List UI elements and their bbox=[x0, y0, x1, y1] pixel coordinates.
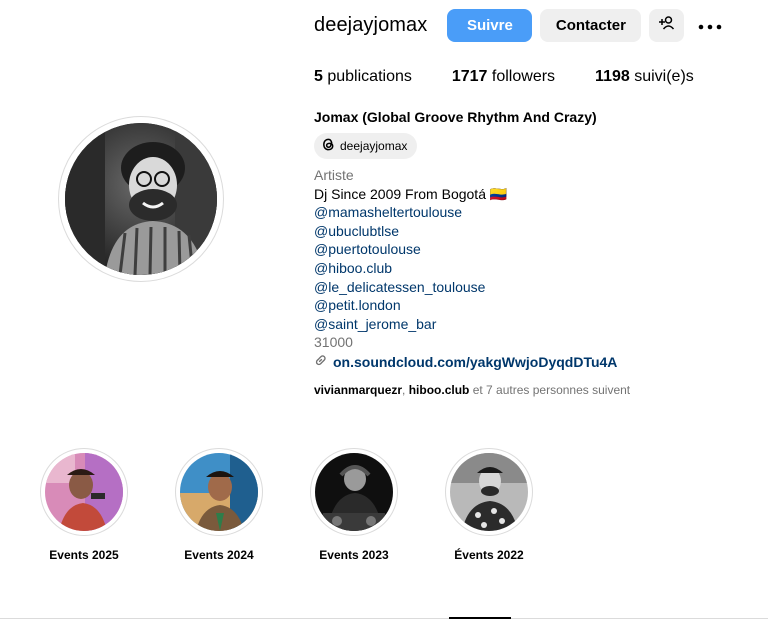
suggested-users-button[interactable] bbox=[649, 8, 685, 42]
followed-by-user: hiboo.club bbox=[408, 383, 470, 397]
bio-postal-code: 31000 bbox=[314, 334, 353, 351]
bio-text: Dj Since 2009 From Bogotá 🇨🇴 bbox=[314, 185, 508, 202]
contact-button[interactable]: Contacter bbox=[540, 8, 642, 42]
bio-mention[interactable]: @puertotoulouse bbox=[314, 240, 617, 259]
link-icon bbox=[314, 353, 333, 372]
highlight-item[interactable]: Events 2023 bbox=[310, 448, 398, 562]
story-highlights: Events 2025 Events 2024 Events 2023 Éven… bbox=[40, 448, 580, 562]
followers-label: followers bbox=[491, 68, 556, 85]
highlight-label: Events 2023 bbox=[319, 548, 389, 562]
more-horizontal-icon bbox=[698, 17, 722, 34]
bio-mention[interactable]: @ubuclubtlse bbox=[314, 222, 617, 241]
following-count: 1198 bbox=[595, 68, 630, 85]
highlight-item[interactable]: Events 2025 bbox=[40, 448, 128, 562]
tabs-divider bbox=[0, 618, 768, 619]
bio-mention[interactable]: @le_delicatessen_toulouse bbox=[314, 278, 617, 297]
profile-category: Artiste bbox=[314, 167, 354, 183]
highlight-cover bbox=[175, 448, 263, 536]
active-tab-indicator bbox=[449, 617, 511, 619]
profile-stats: 5 publications 1717 followers 1198 suivi… bbox=[314, 68, 734, 86]
add-user-icon bbox=[658, 15, 675, 35]
highlight-label: Évents 2022 bbox=[454, 548, 524, 562]
bio-mention[interactable]: @hiboo.club bbox=[314, 259, 617, 278]
external-link-text: on.soundcloud.com/yakgWwjoDyqdDTu4A bbox=[333, 353, 618, 370]
followed-by-rest: et 7 autres personnes suivent bbox=[469, 383, 631, 397]
followers-count: 1717 bbox=[451, 68, 488, 85]
threads-badge[interactable]: deejayjomax bbox=[314, 133, 418, 159]
threads-handle: deejayjomax bbox=[340, 139, 408, 153]
highlight-label: Events 2025 bbox=[49, 548, 119, 562]
following-stat[interactable]: 1198 suivi(e)s bbox=[595, 68, 694, 86]
highlight-cover bbox=[310, 448, 398, 536]
followers-stat[interactable]: 1717 followers bbox=[452, 68, 555, 86]
followed-by[interactable]: vivianmarquezr, hiboo.club et 7 autres p… bbox=[314, 383, 630, 397]
more-options-button[interactable] bbox=[696, 9, 724, 42]
threads-icon bbox=[321, 137, 340, 155]
bio-mention[interactable]: @petit.london bbox=[314, 296, 617, 315]
highlight-item[interactable]: Events 2024 bbox=[175, 448, 263, 562]
posts-stat: 5 publications bbox=[314, 68, 412, 86]
avatar-photo bbox=[65, 123, 217, 275]
highlight-label: Events 2024 bbox=[184, 548, 254, 562]
highlight-cover bbox=[445, 448, 533, 536]
highlight-item[interactable]: Évents 2022 bbox=[445, 448, 533, 562]
posts-count: 5 bbox=[314, 68, 323, 85]
posts-label: publications bbox=[327, 68, 412, 85]
following-label: suivi(e)s bbox=[634, 68, 694, 85]
profile-header-row: deejayjomax Suivre Contacter bbox=[314, 8, 724, 42]
profile-bio: Artiste Dj Since 2009 From Bogotá 🇨🇴 @ma… bbox=[314, 166, 617, 372]
follow-button[interactable]: Suivre bbox=[447, 8, 533, 42]
bio-mention[interactable]: @saint_jerome_bar bbox=[314, 315, 617, 334]
followed-by-user: vivianmarquezr bbox=[314, 383, 403, 397]
highlight-cover bbox=[40, 448, 128, 536]
external-link[interactable]: on.soundcloud.com/yakgWwjoDyqdDTu4A bbox=[314, 353, 617, 372]
profile-full-name: Jomax (Global Groove Rhythm And Crazy) bbox=[314, 109, 597, 125]
bio-mention[interactable]: @mamasheltertoulouse bbox=[314, 203, 617, 222]
profile-username: deejayjomax bbox=[314, 13, 428, 36]
followed-by-sep: , bbox=[402, 383, 409, 397]
profile-avatar[interactable] bbox=[58, 116, 224, 282]
